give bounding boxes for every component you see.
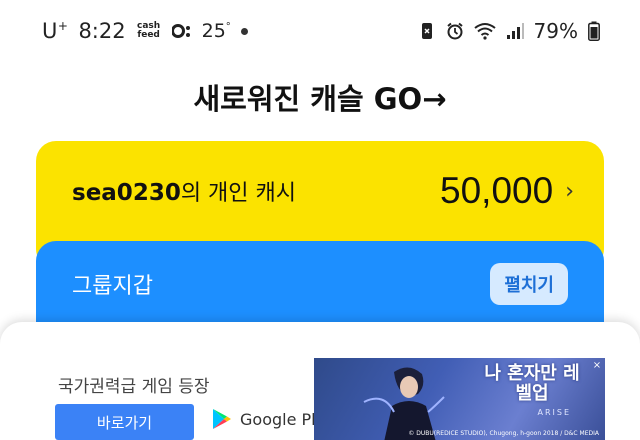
personal-cash-row[interactable]: sea0230의 개인 캐시 50,000 › [36, 141, 604, 241]
status-right: 79% [418, 19, 600, 43]
status-left: U+ 8:22 cash feed 25° [42, 19, 248, 43]
user-id: sea0230 [72, 180, 181, 206]
character-illustration [363, 367, 445, 440]
banner-subtitle: ARISE [537, 408, 571, 417]
google-play-icon [213, 409, 231, 429]
signal-icon [506, 22, 524, 40]
cash-amount-group[interactable]: 50,000 › [440, 170, 574, 212]
chevron-right-icon[interactable]: › [565, 179, 574, 204]
carrier-label: U+ [42, 19, 69, 43]
banner-title: 나 혼자만 레벨업 [484, 363, 580, 404]
go-now-button[interactable]: 바로가기 [55, 404, 194, 440]
battery-icon [588, 21, 600, 41]
owner-suffix: 의 개인 캐시 [180, 181, 297, 206]
promo-label: 새로워진 캐슬 GO→ [193, 82, 447, 116]
temperature: 25° [201, 20, 231, 42]
ad-title: 국가권력급 게임 등장 [58, 377, 210, 397]
banner-credit: © DUBU(REDICE STUDIO), Chugong, h-goon 2… [408, 430, 599, 437]
close-icon[interactable]: × [591, 360, 603, 372]
wifi-icon [473, 22, 496, 40]
group-wallet-row: 그룹지갑 펼치기 [36, 241, 604, 327]
status-bar: U+ 8:22 cash feed 25° 79% [0, 0, 640, 62]
clock: 8:22 [78, 19, 126, 43]
vibrate-icon [418, 22, 436, 40]
notification-icon [171, 22, 192, 40]
cash-owner-label: sea0230의 개인 캐시 [72, 175, 296, 207]
more-notifications-dot-icon [240, 27, 248, 35]
ad-banner-image[interactable]: 나 혼자만 레벨업 ARISE © DUBU(REDICE STUDIO), C… [314, 358, 605, 440]
alarm-icon [446, 22, 464, 40]
battery-percent: 79% [533, 19, 578, 43]
new-castle-go-link[interactable]: 새로워진 캐슬 GO→ [0, 72, 640, 122]
cashfeed-icon: cash feed [137, 21, 161, 40]
expand-button[interactable]: 펼치기 [490, 263, 568, 305]
cash-amount: 50,000 [440, 170, 554, 211]
group-wallet-title: 그룹지갑 [72, 274, 153, 299]
ad-bottom-sheet: 국가권력급 게임 등장 바로가기 Google Play 나 혼자만 레벨업 A… [0, 322, 640, 440]
